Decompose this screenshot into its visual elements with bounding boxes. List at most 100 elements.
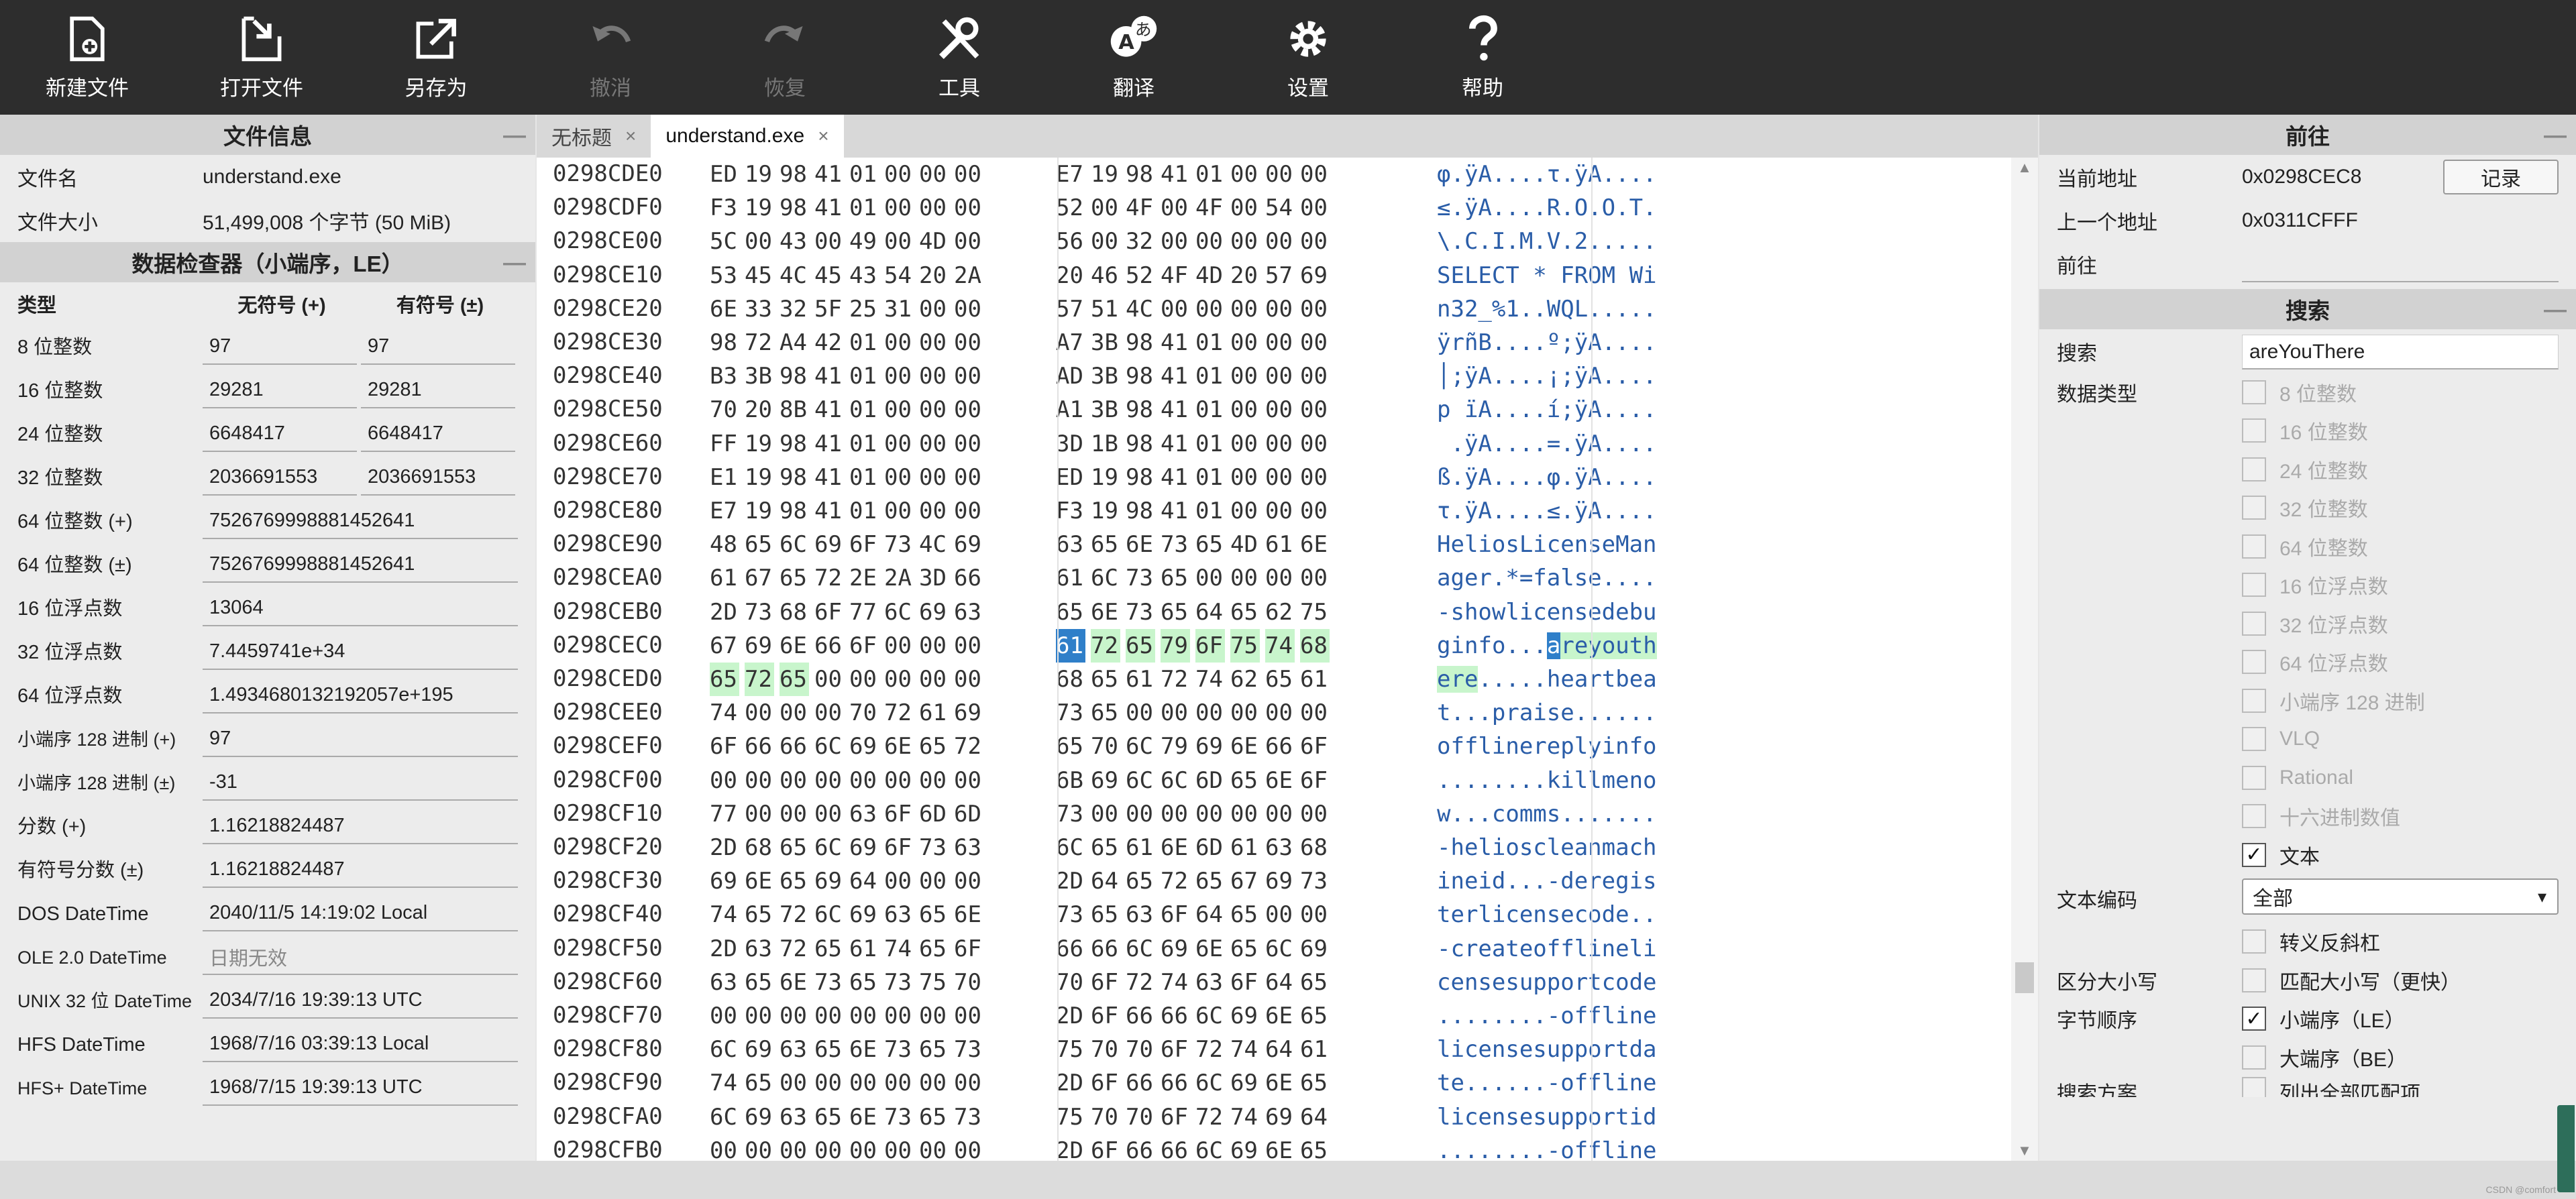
hex-byte[interactable]: 79 xyxy=(1161,730,1190,763)
hex-byte[interactable]: 6C xyxy=(1126,764,1155,797)
hex-byte[interactable]: 6E xyxy=(884,730,914,763)
hex-row[interactable]: 0298CFB0 00 00 00 00 00 00 00 00 2D 6F 66 66 6C 69 6E 65… xyxy=(537,1134,2011,1161)
hex-byte[interactable]: 00 xyxy=(1230,561,1260,595)
hex-byte[interactable]: 42 xyxy=(814,326,844,359)
value-field[interactable]: 2040/11/5 14:19:02 Local xyxy=(203,896,518,931)
ascii-column[interactable]: ineid...-deregis xyxy=(1437,864,1657,898)
hex-byte[interactable]: 98 xyxy=(780,461,809,494)
hex-byte[interactable]: 41 xyxy=(814,158,844,191)
hex-byte[interactable]: 00 xyxy=(814,764,844,797)
hex-byte[interactable]: 73 xyxy=(1126,561,1155,595)
hex-byte[interactable]: 66 xyxy=(745,730,774,763)
hex-row[interactable]: 0298CE20 6E 33 32 5F 25 31 00 00 57 51 4C 00 00 00 00 00… xyxy=(537,292,2011,326)
hex-byte[interactable]: 65 xyxy=(780,864,809,898)
hex-byte[interactable]: 19 xyxy=(1091,461,1120,494)
hex-byte[interactable]: 00 xyxy=(780,999,809,1033)
hex-byte[interactable]: 00 xyxy=(1265,359,1295,393)
hex-byte[interactable]: 00 xyxy=(1300,326,1330,359)
hex-byte[interactable]: 20 xyxy=(1056,259,1085,292)
hex-byte[interactable]: 65 xyxy=(1300,1066,1330,1100)
collapse-icon[interactable]: — xyxy=(503,123,526,149)
hex-byte[interactable]: 00 xyxy=(1230,461,1260,494)
tab-understand-exe[interactable]: understand.exe × xyxy=(651,115,844,158)
hex-byte[interactable]: 41 xyxy=(1161,326,1190,359)
hex-byte[interactable]: 00 xyxy=(780,797,809,831)
hex-byte[interactable]: 70 xyxy=(1126,1033,1155,1066)
hex-byte[interactable]: 69 xyxy=(1300,932,1330,966)
translate-button[interactable]: Aあ 翻译 xyxy=(1046,0,1221,115)
hex-byte[interactable]: 66 xyxy=(780,730,809,763)
hex-byte[interactable]: 70 xyxy=(849,696,879,730)
record-button[interactable]: 记录 xyxy=(2443,160,2559,194)
hex-row[interactable]: 0298CEA0 61 67 65 72 2E 2A 3D 66 61 6C 73 65 00 00 00 00… xyxy=(537,561,2011,595)
datatype-checkbox[interactable] xyxy=(2242,457,2266,481)
hex-byte[interactable]: 49 xyxy=(849,225,879,258)
hex-byte[interactable]: 98 xyxy=(780,191,809,225)
hex-byte[interactable]: 72 xyxy=(780,932,809,966)
hex-byte[interactable]: 00 xyxy=(884,158,914,191)
be-checkbox[interactable] xyxy=(2242,1045,2266,1070)
hex-byte[interactable]: 6E xyxy=(1265,1134,1295,1161)
hex-byte[interactable]: 73 xyxy=(814,966,844,999)
hex-byte[interactable]: 00 xyxy=(954,999,983,1033)
ascii-column[interactable]: ÿrñB....º;ÿA.... xyxy=(1437,326,1657,359)
hex-byte[interactable]: 00 xyxy=(954,764,983,797)
open-file-button[interactable]: 打开文件 xyxy=(174,0,349,115)
hex-byte[interactable]: 00 xyxy=(1161,225,1190,258)
hex-byte[interactable]: 73 xyxy=(919,831,949,864)
hex-byte[interactable]: 00 xyxy=(1300,427,1330,461)
hex-byte[interactable]: 00 xyxy=(1265,225,1295,258)
hex-byte[interactable]: 41 xyxy=(1161,427,1190,461)
hex-byte[interactable]: 61 xyxy=(1300,663,1330,696)
hex-byte[interactable]: 57 xyxy=(1265,259,1295,292)
hex-byte[interactable]: 66 xyxy=(954,561,983,595)
hex-byte[interactable]: 41 xyxy=(1161,461,1190,494)
hex-byte[interactable]: 68 xyxy=(745,831,774,864)
hex-byte[interactable]: 01 xyxy=(1195,158,1225,191)
hex-byte[interactable]: 77 xyxy=(710,797,739,831)
hex-byte[interactable]: 00 xyxy=(919,158,949,191)
hex-byte[interactable]: 65 xyxy=(919,1100,949,1134)
collapse-icon[interactable]: — xyxy=(2544,123,2567,149)
scrollbar-thumb[interactable] xyxy=(2015,962,2034,993)
hex-byte[interactable]: AD xyxy=(1056,359,1085,393)
hex-byte[interactable]: 6C xyxy=(814,831,844,864)
hex-byte[interactable]: 72 xyxy=(1091,628,1120,663)
hex-byte[interactable]: 65 xyxy=(1230,764,1260,797)
hex-byte[interactable]: 65 xyxy=(1230,595,1260,629)
hex-byte[interactable]: 98 xyxy=(710,326,739,359)
hex-byte[interactable]: 56 xyxy=(1056,225,1085,258)
hex-byte[interactable]: 4D xyxy=(1230,528,1260,561)
hex-byte[interactable]: 61 xyxy=(1230,831,1260,864)
hex-byte[interactable]: 61 xyxy=(1126,831,1155,864)
hex-row[interactable]: 0298CE90 48 65 6C 69 6F 73 4C 69 63 65 6E 73 65 4D 61 6E… xyxy=(537,528,2011,561)
hex-byte[interactable]: 68 xyxy=(1300,831,1330,864)
hex-byte[interactable]: 00 xyxy=(1300,158,1330,191)
hex-byte[interactable]: 00 xyxy=(1265,326,1295,359)
hex-byte[interactable]: 61 xyxy=(1056,628,1085,663)
hex-byte[interactable]: 00 xyxy=(919,629,949,663)
hex-byte[interactable]: 41 xyxy=(814,359,844,393)
hex-byte[interactable]: 45 xyxy=(745,259,774,292)
hex-byte[interactable]: 69 xyxy=(1230,1134,1260,1161)
hex-byte[interactable]: 3B xyxy=(745,359,774,393)
hex-byte[interactable]: 6F xyxy=(814,595,844,629)
hex-byte[interactable]: 46 xyxy=(1091,259,1120,292)
hex-byte[interactable]: 65 xyxy=(919,898,949,931)
hex-byte[interactable]: 64 xyxy=(1091,864,1120,898)
hex-byte[interactable]: 00 xyxy=(884,225,914,258)
hex-byte[interactable]: 69 xyxy=(1161,932,1190,966)
value-field[interactable]: 97 xyxy=(203,722,518,757)
hex-byte[interactable]: 6F xyxy=(884,831,914,864)
hex-byte[interactable]: 6C xyxy=(1126,730,1155,763)
hex-byte[interactable]: 6C xyxy=(814,730,844,763)
hex-byte[interactable]: 72 xyxy=(1195,1100,1225,1134)
hex-byte[interactable]: 72 xyxy=(1161,663,1190,696)
hex-byte[interactable]: 00 xyxy=(884,461,914,494)
hex-byte[interactable]: 6E xyxy=(780,629,809,663)
hex-byte[interactable]: 65 xyxy=(745,966,774,999)
hex-byte[interactable]: 00 xyxy=(884,427,914,461)
settings-button[interactable]: 设置 xyxy=(1221,0,1395,115)
ascii-column[interactable]: -showlicensedebu xyxy=(1437,595,1657,629)
hex-byte[interactable]: 6C xyxy=(1091,561,1120,595)
